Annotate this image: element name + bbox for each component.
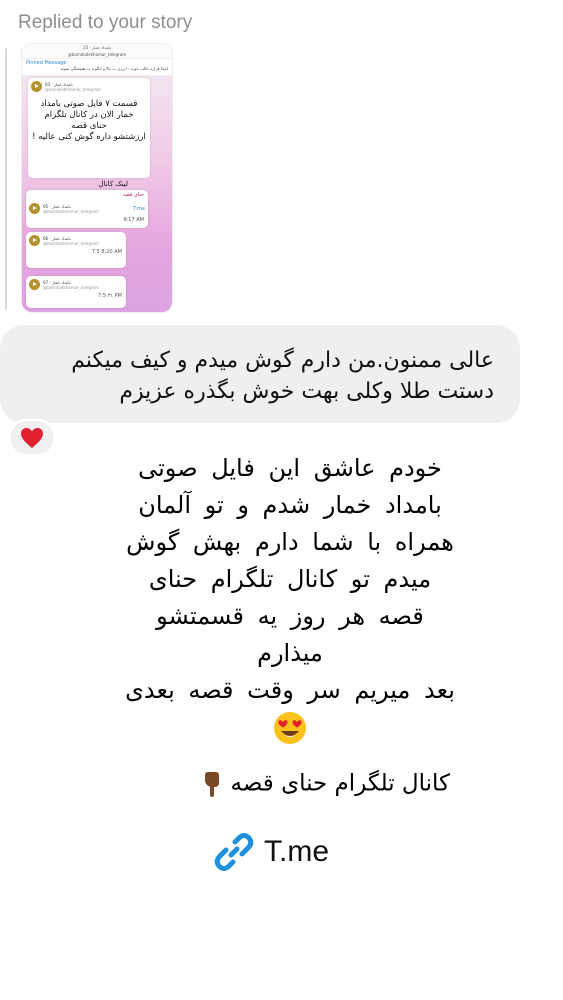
story-time: 7:5 8:20 AM	[91, 249, 122, 255]
story-audio-handle: @bamdadkhamar_telegram	[43, 240, 99, 246]
story-pinned-message: Pinned Message اینجا قراره حالت خوب - ان…	[22, 59, 172, 76]
story-time: 7:5 ٣١ PM	[98, 293, 122, 299]
story-text-line: خمار الان در کانال تلگرام	[44, 110, 134, 120]
story-audio-card-3: بامداد خمار - 06 @bamdadkhamar_telegram …	[26, 232, 126, 268]
channel-caption: کانال تلگرام حنای قصه	[150, 770, 450, 798]
play-icon	[29, 203, 40, 214]
story-pinned-text: اینجا قراره حالت خوب - انرژی ت بالا و ان…	[60, 66, 168, 71]
heart-eyes-emoji	[70, 709, 510, 746]
story-time: 9:17 AM	[123, 217, 144, 223]
story-link-label: T.me	[133, 205, 145, 212]
reply-line: همراه با شما دارم بهش گوش	[126, 528, 454, 556]
play-icon	[31, 81, 42, 92]
story-text-line: حنای قصه	[71, 121, 107, 131]
story-link-caption: لینک کانال	[98, 180, 128, 188]
heart-eyes-icon	[274, 712, 306, 744]
play-icon	[29, 279, 40, 290]
link-text[interactable]: T.me	[264, 835, 329, 869]
pointing-down-icon	[199, 770, 223, 798]
reply-line: میدم تو کانال تلگرام حنای	[148, 565, 432, 593]
reply-line: بعد میریم سر وقت قصه بعدی	[125, 676, 455, 704]
message-line: عالی ممنون.من دارم گوش میدم و کیف میکنم	[71, 348, 494, 373]
story-audio-card-4: بامداد خمار - 07 @bamdadkhamar_telegram …	[26, 276, 126, 308]
story-audio-handle: @bamdadkhamar_telegram	[43, 284, 99, 290]
story-text-line: قسمت ۷ فایل صوتی بامداد	[40, 99, 138, 109]
story-message-card: بامداد خمار - 03 @bamdadkhamar_telegram …	[28, 78, 150, 178]
reply-line: بامداد خمار شدم و تو آلمان	[138, 491, 442, 519]
story-chat-handle: @bamdadekhamar_telegram	[67, 52, 127, 57]
story-audio-1: بامداد خمار - 03 @bamdadkhamar_telegram	[28, 78, 150, 95]
story-thumbnail[interactable]: بامداد خمار - 23 @bamdadekhamar_telegram…	[22, 44, 172, 312]
reply-line: خودم عاشق این فایل صوتی	[138, 454, 442, 482]
reply-line: قصه هر روز یه قسمتشو	[156, 602, 424, 630]
story-sender: حنای قصه	[122, 192, 144, 198]
story-chat-header: بامداد خمار - 23 @bamdadekhamar_telegram	[22, 44, 172, 59]
red-heart-icon	[21, 427, 43, 448]
link-icon	[214, 833, 254, 871]
reply-line: میذارم	[257, 639, 323, 667]
story-announcement-text: قسمت ۷ فایل صوتی بامداد خمار الان در کان…	[28, 95, 150, 147]
story-audio-handle: @bamdadkhamar_telegram	[45, 86, 101, 92]
story-audio-handle: @bamdadkhamar_telegram	[43, 208, 99, 214]
received-message-bubble[interactable]: عالی ممنون.من دارم گوش میدم و کیف میکنم …	[0, 325, 520, 423]
telegram-link[interactable]: T.me	[212, 830, 329, 874]
reply-message-text: خودم عاشق این فایل صوتی بامداد خمار شدم …	[70, 450, 510, 746]
replied-to-story-label: Replied to your story	[18, 12, 193, 33]
story-chat-title: بامداد خمار - 23	[83, 45, 111, 50]
play-icon	[29, 235, 40, 246]
channel-caption-text: کانال تلگرام حنای قصه	[230, 770, 450, 797]
story-reply-bar	[5, 48, 7, 310]
message-line: دستت طلا وکلی بهت خوش بگذره عزیزم	[119, 379, 494, 404]
story-audio-card-2: حنای قصه بامداد خمار - 05 @bamdadkhamar_…	[26, 190, 148, 228]
story-text-line: ارزشتشو داره گوش کنی عالیه !	[32, 132, 146, 142]
heart-reaction[interactable]	[9, 419, 55, 456]
received-message-text: عالی ممنون.من دارم گوش میدم و کیف میکنم …	[14, 345, 494, 407]
